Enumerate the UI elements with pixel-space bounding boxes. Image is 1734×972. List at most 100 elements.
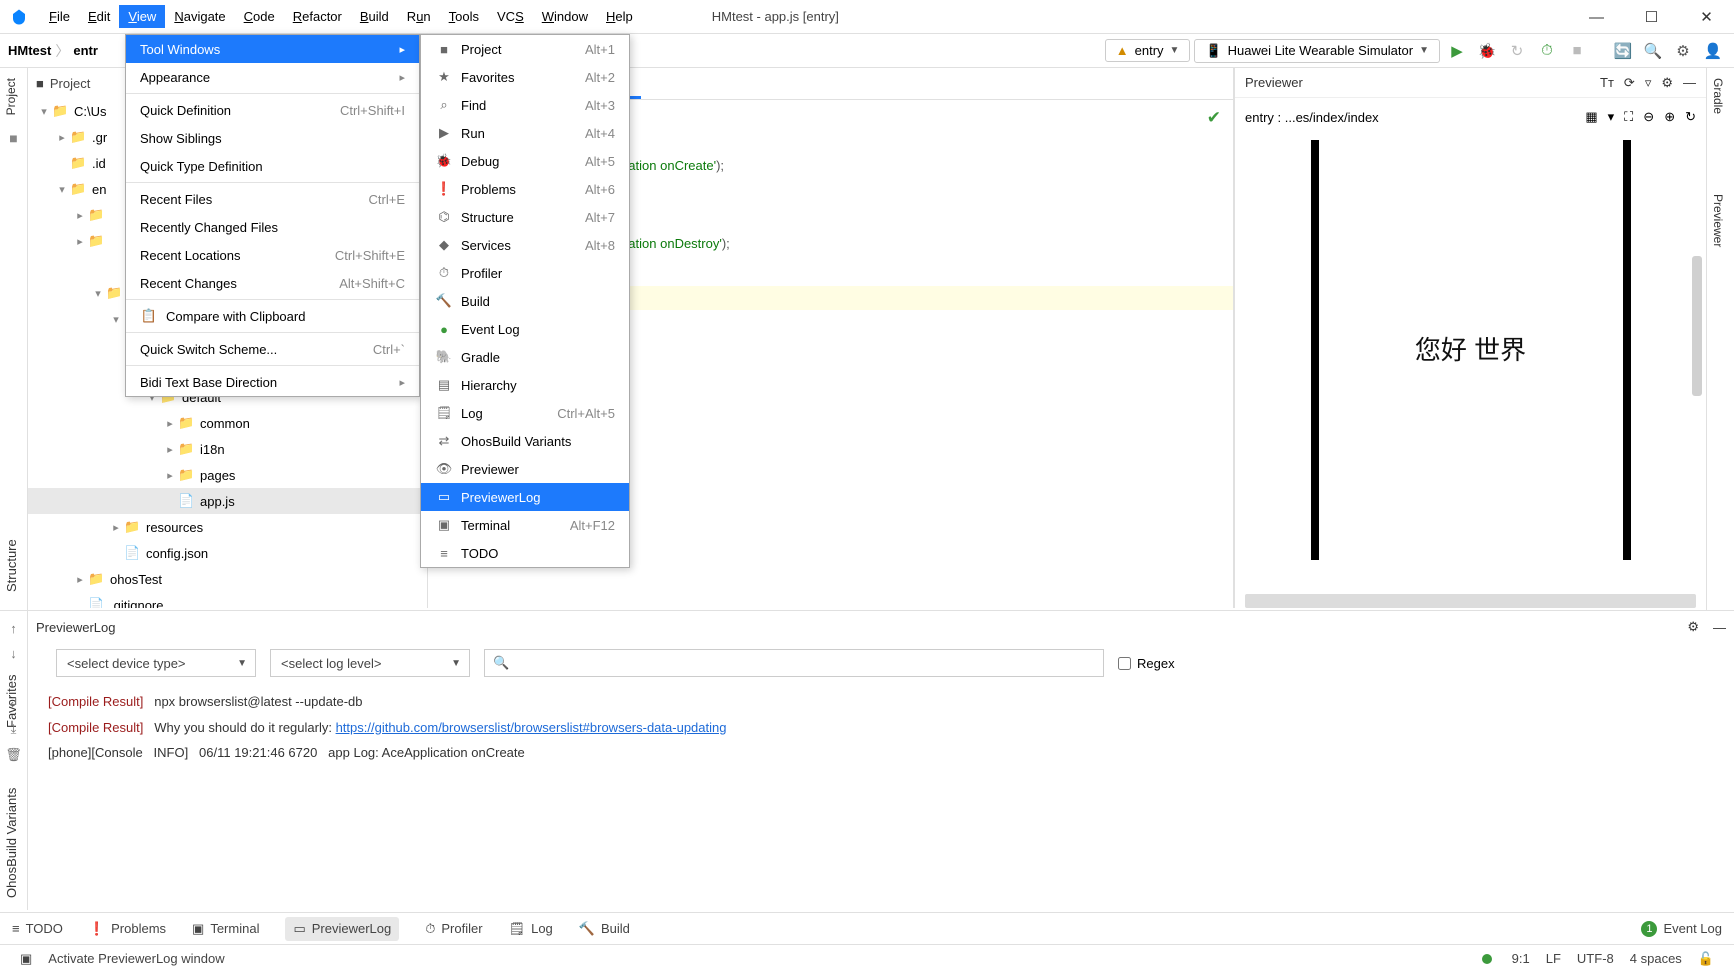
window-minimize[interactable]: ― — [1569, 0, 1624, 34]
window-close[interactable]: ✕ — [1679, 0, 1734, 34]
chevron-down-icon[interactable]: ▾ — [1608, 109, 1615, 125]
menu-quick-scheme[interactable]: Quick Switch Scheme...Ctrl+` — [126, 335, 419, 363]
sync-button[interactable]: 🔄 — [1610, 38, 1636, 64]
rail-project[interactable]: Project — [0, 68, 22, 125]
tree-item[interactable]: ▸📁common — [28, 410, 427, 436]
tw-profiler[interactable]: ⏱Profiler — [421, 259, 629, 287]
status-enc[interactable]: UTF-8 — [1577, 951, 1614, 966]
wrap-icon[interactable]: ↲ — [8, 695, 19, 711]
menu-vcs[interactable]: VCS — [488, 5, 533, 28]
bb-event-log[interactable]: 1Event Log — [1641, 921, 1722, 937]
tree-item[interactable]: ▸📁resources — [28, 514, 427, 540]
tree-item[interactable]: ▸📁i18n — [28, 436, 427, 462]
zoom-out-icon[interactable]: ⊖ — [1643, 109, 1654, 125]
crumb-root[interactable]: HMtest — [8, 43, 51, 58]
menu-appearance[interactable]: Appearance▸ — [126, 63, 419, 91]
menu-navigate[interactable]: Navigate — [165, 5, 234, 28]
menu-quick-type-def[interactable]: Quick Type Definition — [126, 152, 419, 180]
lock-icon[interactable]: 🔓 — [1698, 951, 1714, 967]
text-icon[interactable]: Tᴛ — [1600, 75, 1614, 90]
toolwindow-icon[interactable]: ▣ — [20, 951, 32, 967]
run-button[interactable]: ▶ — [1444, 38, 1470, 64]
bb-previewer-log[interactable]: ▭PreviewerLog — [285, 917, 399, 941]
rail-gradle[interactable]: Gradle — [1707, 68, 1729, 124]
menu-window[interactable]: Window — [533, 5, 597, 28]
rail-previewer[interactable]: Previewer — [1707, 184, 1729, 257]
gear-icon[interactable]: ⚙ — [1687, 619, 1699, 635]
window-maximize[interactable]: ☐ — [1624, 0, 1679, 34]
tw-previewerlog[interactable]: ▭PreviewerLog — [421, 483, 629, 511]
menu-view[interactable]: View — [119, 5, 165, 28]
refresh-icon[interactable]: ⟳ — [1624, 75, 1635, 91]
menu-tool-windows[interactable]: Tool Windows▸ — [126, 35, 419, 63]
filter-icon[interactable]: ▿ — [1645, 75, 1652, 91]
menu-edit[interactable]: Edit — [79, 5, 119, 28]
gear-icon[interactable]: ⚙ — [1661, 75, 1673, 91]
up-icon[interactable]: ↑ — [10, 621, 17, 636]
tree-item[interactable]: ▸📁ohosTest — [28, 566, 427, 592]
menu-compare-clipboard[interactable]: 📋Compare with Clipboard — [126, 302, 419, 330]
browserslist-link[interactable]: https://github.com/browserslist/browsers… — [336, 720, 727, 735]
rotate-icon[interactable]: ↻ — [1685, 109, 1696, 125]
status-lf[interactable]: LF — [1546, 951, 1561, 966]
menu-bidi[interactable]: Bidi Text Base Direction▸ — [126, 368, 419, 396]
rail-structure[interactable]: Structure — [0, 527, 23, 604]
coverage-button[interactable]: ↻ — [1504, 38, 1530, 64]
menu-recent-files[interactable]: Recent FilesCtrl+E — [126, 185, 419, 213]
minimize-icon[interactable]: ― — [1713, 620, 1726, 635]
menu-recently-changed[interactable]: Recently Changed Files — [126, 213, 419, 241]
menu-file[interactable]: FFileile — [40, 5, 79, 28]
tw-services[interactable]: ◆ServicesAlt+8 — [421, 231, 629, 259]
bb-profiler[interactable]: ⏱Profiler — [425, 921, 482, 937]
regex-checkbox[interactable]: Regex — [1118, 656, 1175, 671]
tw-debug[interactable]: 🐞DebugAlt+5 — [421, 147, 629, 175]
menu-refactor[interactable]: Refactor — [284, 5, 351, 28]
device-selector[interactable]: 📱 Huawei Lite Wearable Simulator ▼ — [1194, 39, 1440, 63]
breadcrumb[interactable]: HMtest 〉 entr — [8, 41, 98, 61]
tw-todo[interactable]: ≡TODO — [421, 539, 629, 567]
status-indent[interactable]: 4 spaces — [1630, 951, 1682, 966]
tw-gradle[interactable]: 🐘Gradle — [421, 343, 629, 371]
tree-item[interactable]: 📄app.js — [28, 488, 427, 514]
settings-button[interactable]: ⚙ — [1670, 38, 1696, 64]
profile-button[interactable]: ⏱ — [1534, 38, 1560, 64]
tree-item[interactable]: ▸📁pages — [28, 462, 427, 488]
scroll-end-icon[interactable]: ⤓ — [11, 721, 17, 737]
zoom-in-icon[interactable]: ⊕ — [1664, 109, 1675, 125]
menu-show-siblings[interactable]: Show Siblings — [126, 124, 419, 152]
tw-terminal[interactable]: ▣TerminalAlt+F12 — [421, 511, 629, 539]
bb-problems[interactable]: ❗Problems — [89, 921, 166, 937]
tree-item[interactable]: 📄config.json — [28, 540, 427, 566]
account-button[interactable]: 👤 — [1700, 38, 1726, 64]
tw-event-log[interactable]: ●Event Log — [421, 315, 629, 343]
tw-problems[interactable]: ❗ProblemsAlt+6 — [421, 175, 629, 203]
debug-button[interactable]: 🐞 — [1474, 38, 1500, 64]
bb-log[interactable]: 🗒Log — [509, 921, 553, 937]
tw-favorites[interactable]: ★FavoritesAlt+2 — [421, 63, 629, 91]
bb-todo[interactable]: ≡TODO — [12, 921, 63, 936]
scrollbar-vertical[interactable] — [1692, 256, 1702, 396]
menu-run[interactable]: Run — [398, 5, 440, 28]
grid-icon[interactable]: ▦ — [1585, 109, 1597, 125]
device-type-select[interactable]: <select device type>▼ — [56, 649, 256, 677]
log-level-select[interactable]: <select log level>▼ — [270, 649, 470, 677]
menu-tools[interactable]: Tools — [440, 5, 488, 28]
menu-recent-changes[interactable]: Recent ChangesAlt+Shift+C — [126, 269, 419, 297]
menu-help[interactable]: Help — [597, 5, 642, 28]
scrollbar-horizontal[interactable] — [1245, 594, 1696, 608]
tw-run[interactable]: ▶RunAlt+4 — [421, 119, 629, 147]
menu-recent-locations[interactable]: Recent LocationsCtrl+Shift+E — [126, 241, 419, 269]
crumb-entry[interactable]: entr — [73, 43, 98, 58]
status-pos[interactable]: 9:1 — [1512, 951, 1530, 966]
log-output[interactable]: [Compile Result] npx browserslist@latest… — [28, 683, 1734, 910]
minimize-icon[interactable]: ― — [1683, 75, 1696, 90]
log-search-input[interactable]: 🔍 — [484, 649, 1104, 677]
tw-structure[interactable]: ⌬StructureAlt+7 — [421, 203, 629, 231]
tw-find[interactable]: ⌕FindAlt+3 — [421, 91, 629, 119]
search-everywhere[interactable]: 🔍 — [1640, 38, 1666, 64]
down-icon[interactable]: ↓ — [10, 646, 17, 661]
tw-project[interactable]: ■ProjectAlt+1 — [421, 35, 629, 63]
run-config-selector[interactable]: ▲ entry ▼ — [1105, 39, 1191, 62]
tw-ohosbuild-variants[interactable]: ⇄OhosBuild Variants — [421, 427, 629, 455]
stop-button[interactable]: ■ — [1564, 38, 1590, 64]
